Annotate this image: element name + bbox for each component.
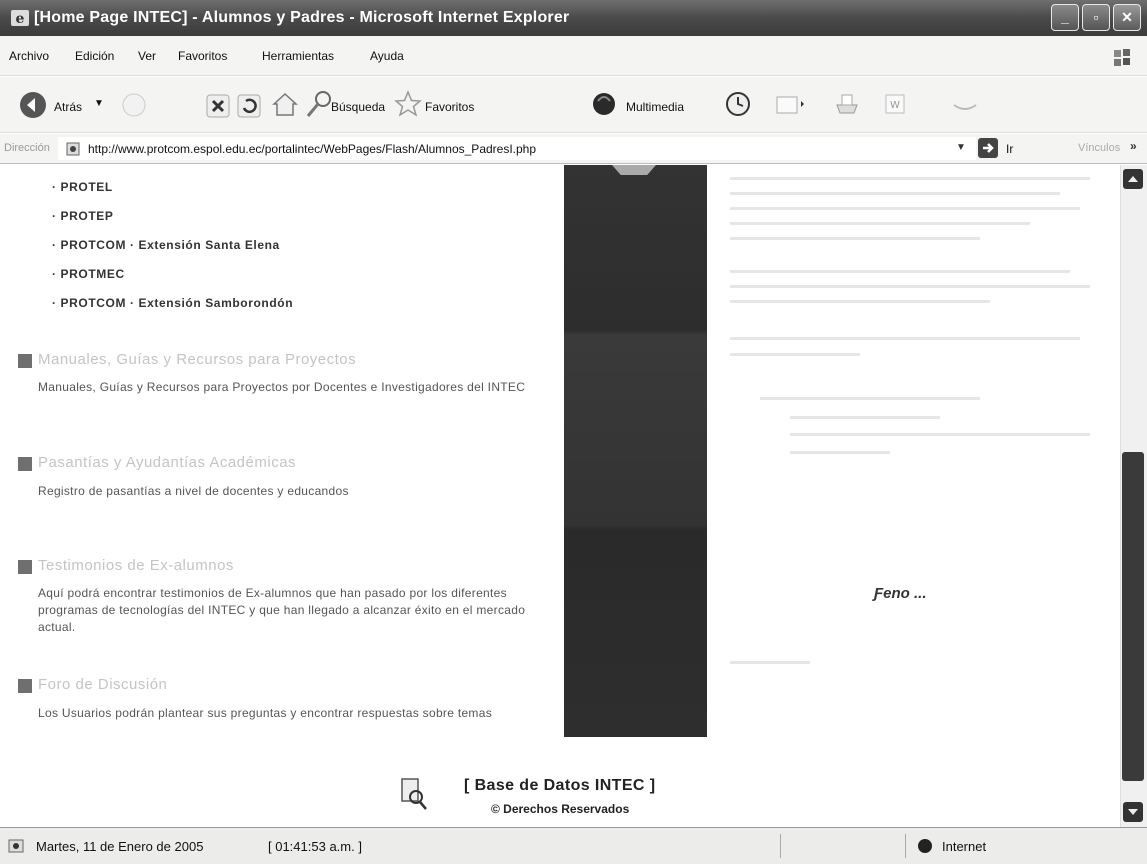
faded-text: [730, 661, 810, 664]
section-desc-manuales: Manuales, Guías y Recursos para Proyecto…: [38, 380, 526, 394]
section-title-testimonios[interactable]: Testimonios de Ex-alumnos: [38, 557, 234, 574]
footer-copyright: © Derechos Reservados: [491, 802, 630, 816]
status-divider: [905, 834, 906, 858]
faded-text: [730, 222, 1030, 225]
menu-ayuda[interactable]: Ayuda: [370, 49, 404, 63]
status-time: [ 01:41:53 a.m. ]: [268, 839, 362, 854]
search-button-label[interactable]: Búsqueda: [331, 100, 385, 114]
address-label: Dirección: [4, 142, 50, 154]
program-link-protel[interactable]: · PROTEL: [52, 180, 113, 194]
scrollbar-thumb[interactable]: [1122, 452, 1144, 781]
links-label[interactable]: Vínculos: [1078, 142, 1120, 154]
section-desc-foro: Los Usuarios podrán plantear sus pregunt…: [38, 706, 493, 720]
faded-text: [790, 416, 940, 419]
section-bullet-icon: [18, 457, 32, 471]
faded-text: [760, 397, 980, 400]
faded-text: [730, 300, 990, 303]
address-field[interactable]: http://www.protcom.espol.edu.ec/portalin…: [58, 137, 976, 160]
svg-text:W: W: [890, 100, 900, 111]
faded-text: [730, 285, 1090, 288]
security-zone: Internet: [942, 839, 987, 854]
back-button-label[interactable]: Atrás: [54, 100, 82, 114]
word-edit-icon[interactable]: W: [884, 93, 906, 115]
faded-text: [730, 353, 860, 356]
scroll-up-arrow-icon[interactable]: [1123, 169, 1143, 189]
faded-text: [790, 451, 890, 454]
history-icon[interactable]: [724, 90, 752, 118]
faded-text: [790, 433, 1090, 436]
page-status-icon: [8, 839, 24, 853]
faded-text: [730, 237, 980, 240]
back-dropdown-icon[interactable]: ▼: [94, 98, 104, 109]
address-bar: Dirección http://www.protcom.espol.edu.e…: [0, 134, 1147, 164]
faded-text: [730, 337, 1080, 340]
multimedia-button-label[interactable]: Multimedia: [626, 100, 684, 114]
close-button[interactable]: ✕: [1113, 4, 1141, 31]
status-bar: Martes, 11 de Enero de 2005 [ 01:41:53 a…: [0, 827, 1147, 864]
search-icon[interactable]: [305, 89, 333, 119]
window-title: [Home Page INTEC] - Alumnos y Padres - M…: [34, 9, 570, 26]
faded-text: [730, 177, 1090, 180]
address-url[interactable]: http://www.protcom.espol.edu.ec/portalin…: [88, 142, 536, 156]
print-icon[interactable]: [834, 91, 860, 117]
menu-edicion[interactable]: Edición: [75, 49, 114, 63]
messenger-icon[interactable]: [950, 93, 980, 115]
scroll-down-arrow-icon[interactable]: [1123, 802, 1143, 822]
title-bar: e [Home Page INTEC] - Alumnos y Padres -…: [0, 0, 1147, 36]
windows-flag-icon: [1114, 49, 1130, 66]
forward-arrow-icon[interactable]: [121, 92, 147, 118]
back-arrow-icon[interactable]: [18, 90, 48, 120]
footer-database-title[interactable]: [ Base de Datos INTEC ]: [464, 777, 655, 795]
menu-ver[interactable]: Ver: [138, 49, 156, 63]
faded-text: [730, 270, 1070, 273]
menu-favoritos[interactable]: Favoritos: [178, 49, 227, 63]
section-bullet-icon: [18, 679, 32, 693]
mail-icon[interactable]: [775, 91, 805, 117]
faded-text: [730, 207, 1080, 210]
go-arrow-icon[interactable]: [978, 138, 998, 158]
section-title-manuales[interactable]: Manuales, Guías y Recursos para Proyecto…: [38, 351, 356, 368]
section-bullet-icon: [18, 354, 32, 368]
maximize-button[interactable]: ▫: [1082, 4, 1110, 31]
sponsor-logo: Ƒeno ...: [874, 585, 927, 602]
program-link-protcom-samborondon[interactable]: · PROTCOM · Extensión Samborondón: [52, 296, 293, 310]
status-divider: [780, 834, 781, 858]
menu-archivo[interactable]: Archivo: [9, 49, 49, 63]
menu-bar: Archivo Edición Ver Favoritos Herramient…: [0, 36, 1147, 76]
page-content: · PROTEL · PROTEP · PROTCOM · Extensión …: [0, 165, 1147, 827]
internet-explorer-icon: e: [11, 10, 29, 27]
program-link-protmec[interactable]: · PROTMEC: [52, 267, 125, 281]
favorites-star-icon[interactable]: [393, 89, 423, 119]
section-title-foro[interactable]: Foro de Discusión: [38, 676, 167, 693]
stop-icon[interactable]: [205, 93, 231, 119]
section-bullet-icon: [18, 560, 32, 574]
dark-banner-panel: [564, 165, 707, 737]
program-link-protep[interactable]: · PROTEP: [52, 209, 113, 223]
toolbar: Atrás ▼ Búsqueda Favoritos Multimedia W: [0, 77, 1147, 133]
section-desc-testimonios: Aquí podrá encontrar testimonios de Ex-a…: [38, 586, 526, 634]
section-desc-pasantias: Registro de pasantías a nivel de docente…: [38, 484, 349, 498]
internet-globe-icon: [918, 839, 932, 853]
address-dropdown-icon[interactable]: ▼: [956, 142, 966, 153]
page-icon: [66, 142, 80, 156]
multimedia-icon[interactable]: [589, 89, 619, 119]
home-icon[interactable]: [270, 89, 300, 119]
links-chevron-icon[interactable]: »: [1130, 139, 1137, 153]
svg-text:e: e: [16, 11, 25, 27]
favorites-button-label[interactable]: Favoritos: [425, 100, 474, 114]
minimize-button[interactable]: _: [1051, 4, 1079, 31]
menu-herramientas[interactable]: Herramientas: [262, 49, 334, 63]
go-button[interactable]: Ir: [1006, 142, 1013, 156]
program-link-protcom-santa-elena[interactable]: · PROTCOM · Extensión Santa Elena: [52, 238, 280, 252]
status-date: Martes, 11 de Enero de 2005: [36, 839, 204, 854]
section-title-pasantias[interactable]: Pasantías y Ayudantías Académicas: [38, 454, 296, 471]
refresh-icon[interactable]: [236, 93, 262, 119]
faded-text: [730, 192, 1060, 195]
database-search-icon[interactable]: [399, 777, 429, 811]
